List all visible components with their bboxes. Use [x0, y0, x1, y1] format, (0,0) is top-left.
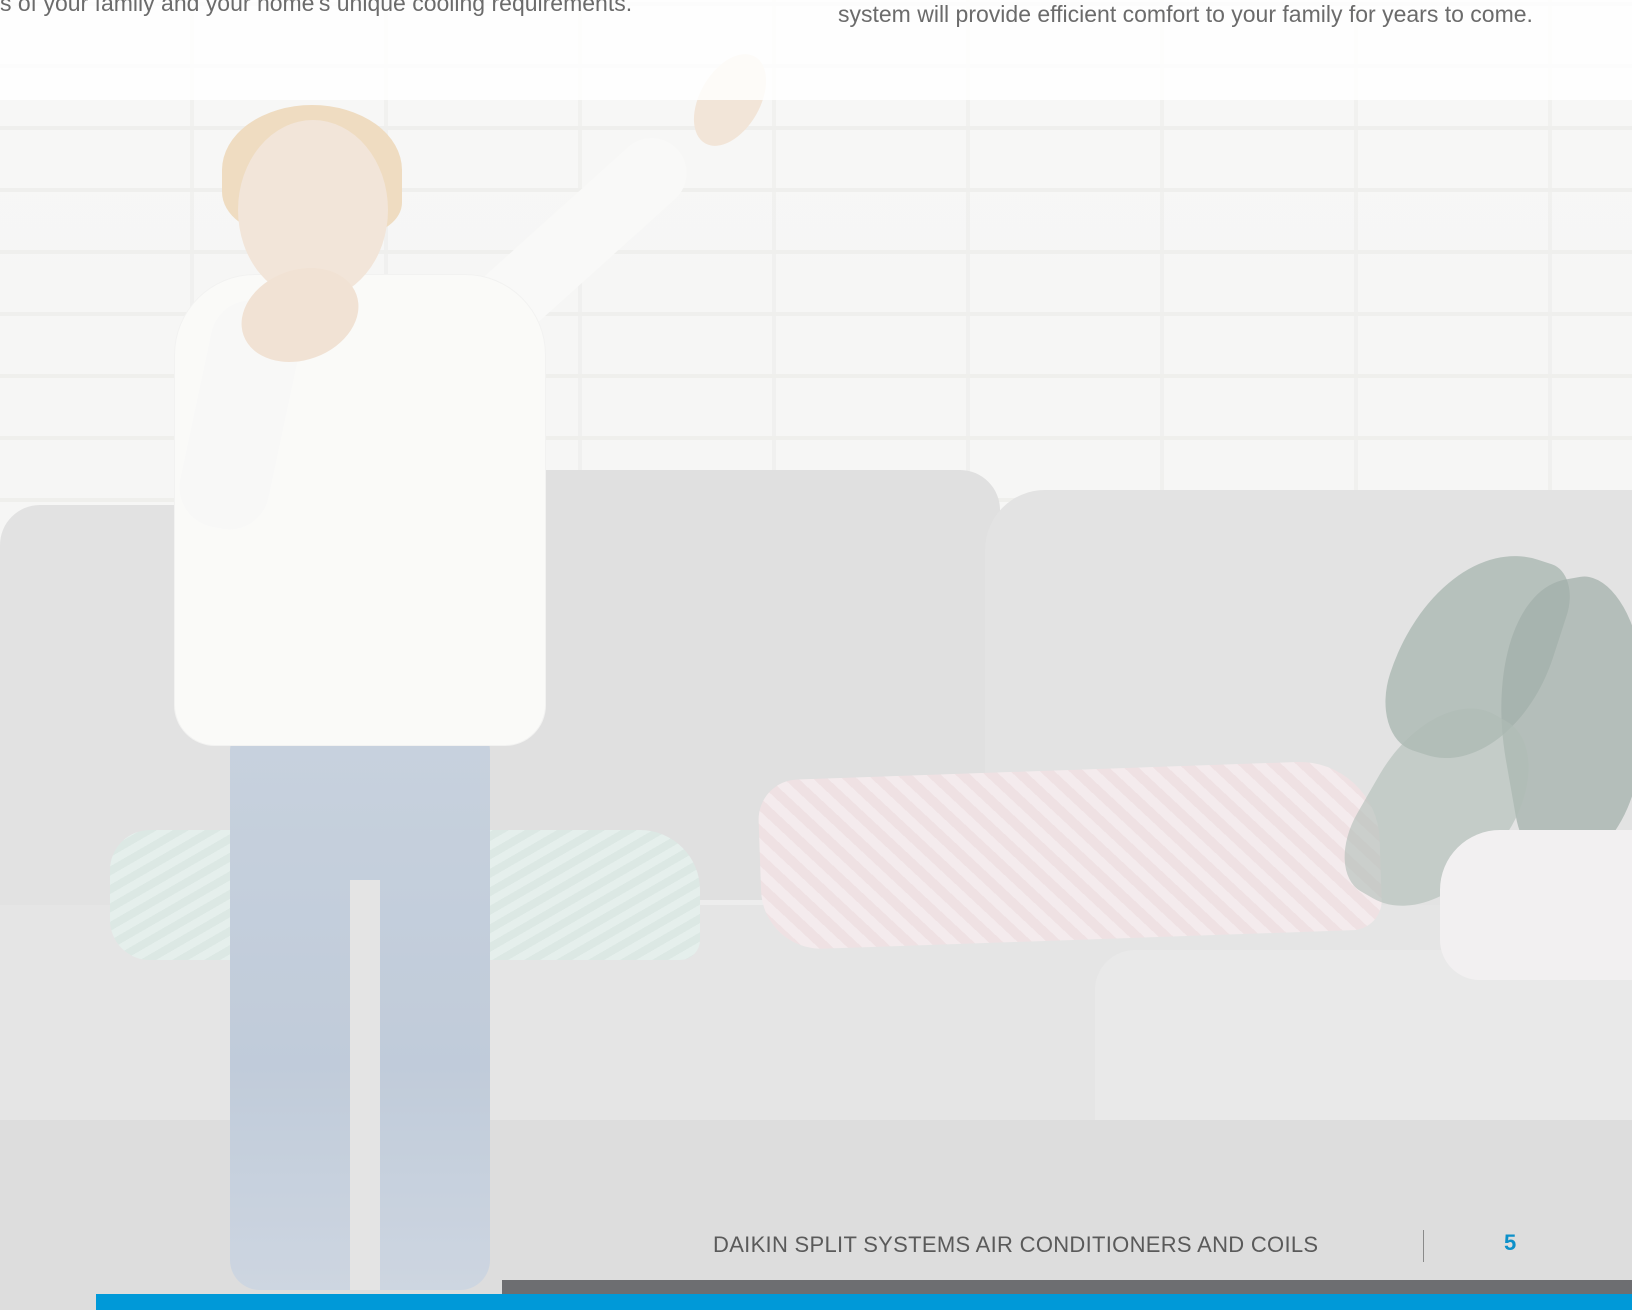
- footer-divider: [1423, 1230, 1424, 1262]
- footer-bar-gray: [502, 1280, 1632, 1294]
- page-number: 5: [1504, 1230, 1517, 1255]
- right-column-text: system will provide efficient comfort to…: [838, 1, 1533, 27]
- left-column-text: s of your family and your home's unique …: [0, 0, 633, 16]
- photo-wash-overlay: [0, 0, 1632, 1310]
- footer-title: DAIKIN SPLIT SYSTEMS AIR CONDITIONERS AN…: [713, 1232, 1319, 1257]
- top-text-band: s of your family and your home's unique …: [0, 0, 1632, 100]
- footer-bar-blue: [96, 1294, 1632, 1310]
- background-photo: [0, 0, 1632, 1310]
